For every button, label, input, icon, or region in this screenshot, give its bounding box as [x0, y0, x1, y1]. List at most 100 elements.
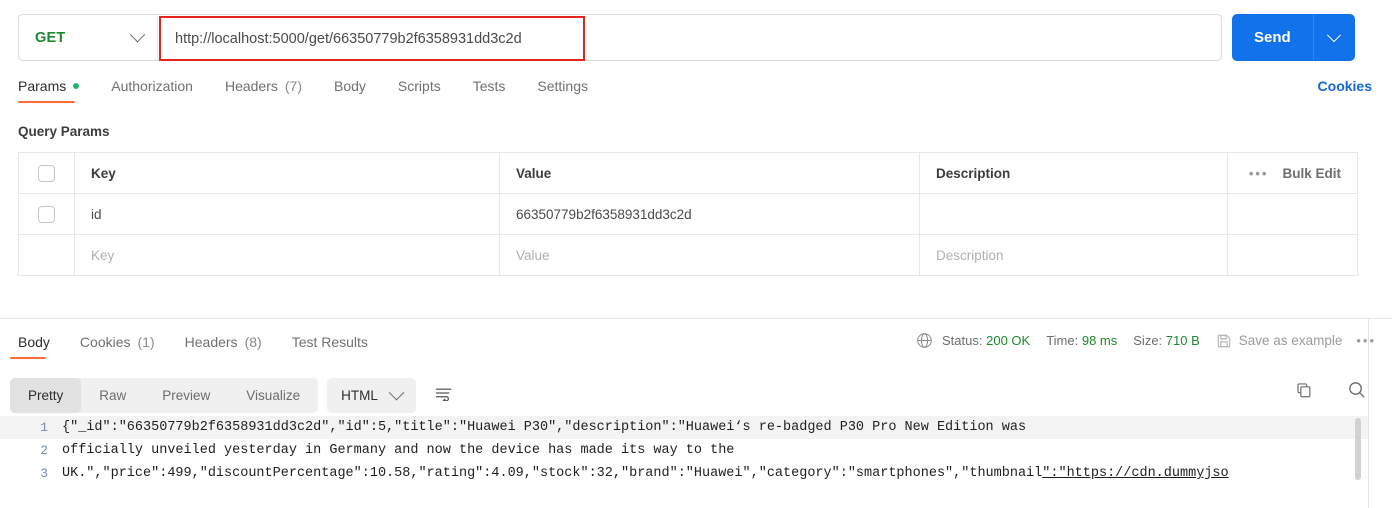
request-tab-label: Authorization — [111, 78, 193, 94]
response-tab-label: Headers — [184, 334, 238, 350]
line-number: 1 — [40, 420, 48, 435]
row-select-cell — [18, 193, 75, 235]
http-method-selector[interactable]: GET — [19, 15, 157, 60]
url-bar: GET http://localhost:5000/get/66350779b2… — [18, 14, 1222, 61]
cookies-link[interactable]: Cookies — [1318, 78, 1372, 94]
bulk-edit-cell: ••• Bulk Edit — [1227, 152, 1358, 194]
table-row[interactable]: id 66350779b2f6358931dd3c2d — [18, 193, 1358, 235]
url-bar-row: GET http://localhost:5000/get/66350779b2… — [0, 0, 1392, 72]
row-value-text: Value — [516, 247, 550, 263]
row-key-cell[interactable]: Key — [74, 234, 500, 276]
response-tab-headers[interactable]: Headers (8) — [177, 328, 276, 362]
line-number: 3 — [40, 466, 48, 481]
code-line: 2 officially unveiled yesterday in German… — [0, 439, 1368, 462]
search-button[interactable] — [1347, 380, 1366, 404]
url-text: http://localhost:5000/get/66350779b2f635… — [175, 30, 522, 47]
send-options-button[interactable] — [1312, 14, 1355, 61]
column-header-description: Description — [919, 152, 1228, 194]
row-select-cell — [18, 234, 75, 276]
save-icon — [1217, 334, 1231, 347]
search-icon — [1349, 382, 1365, 398]
save-as-example-button[interactable]: Save as example — [1216, 333, 1343, 349]
request-tab-tests[interactable]: Tests — [473, 72, 520, 106]
table-row[interactable]: Key Value Description — [18, 234, 1358, 276]
size-badge: Size: 710 B — [1133, 333, 1200, 348]
request-tab-headers[interactable]: Headers (7) — [225, 72, 316, 106]
select-all-checkbox[interactable] — [38, 164, 55, 182]
pane-divider[interactable] — [0, 318, 1392, 319]
query-params-title: Query Params — [18, 124, 110, 139]
code-line: 1 {"_id":"66350779b2f6358931dd3c2d","id":… — [0, 416, 1368, 439]
response-tab-cookies[interactable]: Cookies (1) — [72, 328, 169, 362]
row-description-text: Description — [936, 247, 1004, 263]
view-mode-visualize[interactable]: Visualize — [228, 378, 318, 413]
wrap-lines-icon[interactable] — [434, 385, 453, 406]
row-key-text: Key — [91, 247, 115, 263]
request-tab-params[interactable]: Params — [18, 72, 93, 106]
postman-request-response-pane: GET http://localhost:5000/get/66350779b2… — [0, 0, 1392, 508]
bulk-edit-button[interactable]: Bulk Edit — [1282, 166, 1341, 181]
http-method-label: GET — [35, 29, 66, 46]
url-highlight-box[interactable]: http://localhost:5000/get/66350779b2f635… — [159, 16, 585, 61]
code-line-text: UK.","price":499,"discountPercentage":10… — [62, 466, 1229, 481]
request-tab-label: Scripts — [397, 78, 441, 94]
response-tabs: Body Cookies (1) Headers (8) Test Results — [10, 328, 390, 362]
response-tab-count: (8) — [244, 334, 262, 350]
copy-icon — [1297, 382, 1311, 397]
code-line-text: officially unveiled yesterday in Germany… — [62, 443, 735, 458]
view-mode-raw[interactable]: Raw — [81, 378, 144, 413]
request-tab-settings[interactable]: Settings — [537, 72, 602, 106]
more-options-icon[interactable]: ••• — [1249, 166, 1269, 181]
response-tab-test-results[interactable]: Test Results — [284, 328, 382, 362]
request-tab-body[interactable]: Body — [334, 72, 380, 106]
column-header-key: Key — [74, 152, 500, 194]
row-description-cell[interactable]: Description — [919, 234, 1228, 276]
row-key-cell[interactable]: id — [74, 193, 500, 235]
response-body-viewer[interactable]: 1 {"_id":"66350779b2f6358931dd3c2d","id":… — [0, 416, 1368, 508]
response-actions — [1295, 380, 1366, 404]
code-line: 3 UK.","price":499,"discountPercentage":1… — [0, 462, 1368, 485]
request-tab-label: Settings — [537, 78, 588, 94]
select-all-cell — [18, 152, 75, 194]
view-mode-segment: Pretty Raw Preview Visualize — [10, 378, 319, 413]
row-value-cell[interactable]: 66350779b2f6358931dd3c2d — [499, 193, 920, 235]
language-label: HTML — [341, 388, 378, 403]
line-number: 2 — [40, 443, 48, 458]
response-meta: Status: 200 OK Time: 98 ms Size: 710 B S… — [916, 332, 1378, 349]
code-line-text: {"_id":"66350779b2f6358931dd3c2d","id":5… — [62, 420, 1027, 435]
row-actions-cell — [1227, 234, 1358, 276]
request-tab-label: Params — [18, 78, 67, 94]
response-tab-label: Cookies — [79, 334, 131, 350]
request-tab-label: Body — [334, 78, 366, 94]
send-button[interactable]: Send — [1232, 14, 1313, 61]
code-link[interactable]: ":"https://cdn.dummyjso — [1042, 466, 1228, 481]
save-as-example-label: Save as example — [1238, 333, 1343, 348]
request-tab-label: Headers — [224, 78, 278, 94]
response-tab-label: Body — [18, 334, 50, 350]
response-scrollbar[interactable] — [1355, 418, 1361, 480]
request-tab-count: (7) — [284, 78, 302, 94]
row-key-text: id — [91, 206, 102, 222]
modified-indicator-dot — [73, 83, 80, 89]
row-description-cell[interactable] — [919, 193, 1228, 235]
column-header-value: Value — [499, 152, 920, 194]
view-mode-pretty[interactable]: Pretty — [10, 378, 82, 413]
response-format-toolbar: Pretty Raw Preview Visualize HTML — [10, 378, 453, 413]
right-panel-divider — [1368, 318, 1369, 508]
request-tab-authorization[interactable]: Authorization — [111, 72, 207, 106]
chevron-down-icon — [1327, 27, 1342, 42]
row-value-cell[interactable]: Value — [499, 234, 920, 276]
chevron-down-icon — [129, 26, 146, 43]
row-value-text: 66350779b2f6358931dd3c2d — [516, 206, 692, 222]
table-header-row: Key Value Description ••• Bulk Edit — [18, 152, 1358, 194]
response-tab-body[interactable]: Body — [10, 328, 64, 362]
request-tab-scripts[interactable]: Scripts — [398, 72, 455, 106]
row-actions-cell — [1227, 193, 1358, 235]
response-tab-label: Test Results — [291, 334, 368, 350]
copy-button[interactable] — [1295, 381, 1313, 404]
language-selector[interactable]: HTML — [327, 378, 416, 413]
response-tab-count: (1) — [137, 334, 155, 350]
row-checkbox[interactable] — [38, 205, 55, 223]
view-mode-preview[interactable]: Preview — [144, 378, 228, 413]
query-params-table: Key Value Description ••• Bulk Edit id 66… — [18, 152, 1358, 276]
